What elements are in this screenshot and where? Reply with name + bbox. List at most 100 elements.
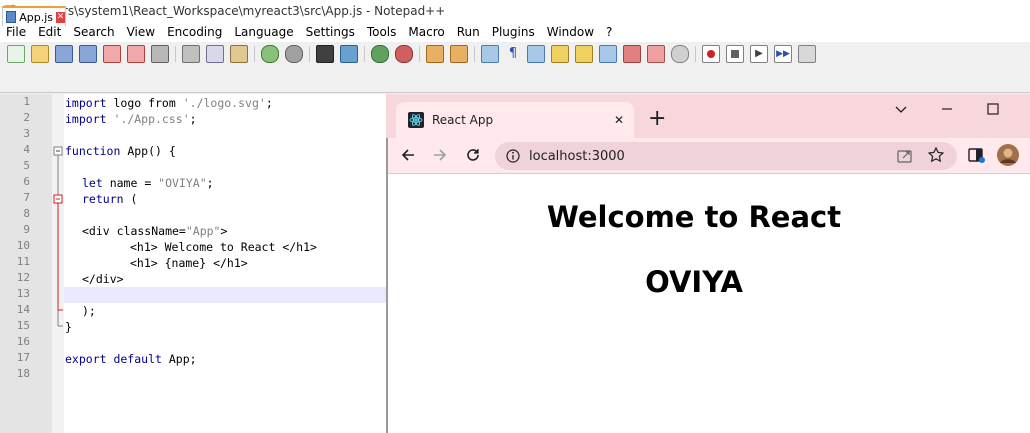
menu-run[interactable]: Run — [451, 25, 486, 39]
redo-icon[interactable] — [285, 44, 303, 63]
reload-icon[interactable] — [463, 145, 483, 165]
zoom-out-icon[interactable] — [395, 44, 413, 63]
code-line-1: import logo from './logo.svg'; — [65, 96, 273, 110]
sync-vertical-icon[interactable] — [426, 44, 444, 63]
browser-tab-close-icon[interactable]: ✕ — [614, 113, 624, 127]
menu-edit[interactable]: Edit — [32, 25, 67, 39]
tab-search-chevron-down-icon[interactable] — [892, 100, 910, 118]
tab-app-js[interactable]: App.js ✕ — [2, 6, 66, 26]
line-number: 8 — [23, 207, 30, 220]
word-wrap-icon[interactable] — [481, 44, 499, 63]
line-number: 17 — [16, 351, 30, 364]
url-text: localhost:3000 — [529, 148, 625, 164]
line-number: 12 — [16, 271, 30, 284]
open-file-icon[interactable] — [31, 44, 49, 63]
line-number: 1 — [23, 95, 30, 108]
toolbar-separator — [695, 45, 696, 62]
line-number: 4 — [23, 143, 30, 156]
window-title: C:\Users\system1\React_Workspace\myreact… — [24, 4, 446, 18]
fold-margin — [52, 94, 64, 433]
toolbar: ¶ ▶ ▶▶ — [0, 42, 1030, 65]
line-number: 18 — [16, 367, 30, 380]
forward-arrow-icon — [430, 145, 450, 165]
record-macro-icon[interactable] — [702, 44, 720, 63]
folder-icon[interactable] — [647, 44, 665, 63]
copy-icon[interactable] — [206, 44, 224, 63]
line-number-gutter: 1 2 3 4 5 6 7 8 9 10 11 12 13 14 15 16 1… — [0, 94, 52, 433]
heading-welcome: Welcome to React — [546, 200, 842, 234]
code-line-10: <h1> Welcome to React </h1> — [130, 240, 317, 254]
sync-horizontal-icon[interactable] — [450, 44, 468, 63]
code-line-4: function App() { — [65, 144, 176, 158]
code-line-6: let name = "OVIYA"; — [82, 176, 214, 190]
document-map-icon[interactable] — [575, 44, 593, 63]
code-line-11: <h1> {name} </h1> — [130, 256, 248, 270]
line-number: 15 — [16, 319, 30, 332]
menu-settings[interactable]: Settings — [300, 25, 361, 39]
save-macro-icon[interactable] — [798, 44, 816, 63]
current-line-highlight — [64, 287, 386, 303]
toolbar-separator — [175, 45, 176, 62]
menu-file[interactable]: File — [0, 25, 32, 39]
window-minimize-icon[interactable] — [938, 100, 956, 118]
menu-search[interactable]: Search — [67, 25, 120, 39]
back-arrow-icon[interactable] — [398, 145, 418, 165]
user-language-icon[interactable] — [551, 44, 569, 63]
menu-view[interactable]: View — [121, 25, 161, 39]
line-number: 7 — [23, 191, 30, 204]
menu-tools[interactable]: Tools — [361, 25, 403, 39]
browser-tab-title: React App — [432, 113, 494, 127]
new-tab-button[interactable]: + — [648, 108, 666, 130]
indent-guide-icon[interactable] — [527, 44, 545, 63]
close-file-icon[interactable] — [103, 44, 121, 63]
tab-close-icon[interactable]: ✕ — [55, 11, 65, 23]
monitoring-icon[interactable] — [671, 44, 689, 63]
code-line-7: return ( — [82, 192, 138, 206]
line-number: 3 — [23, 127, 30, 140]
line-number: 10 — [16, 239, 30, 252]
site-info-icon[interactable] — [505, 148, 521, 164]
window-maximize-icon[interactable] — [984, 100, 1002, 118]
menu-macro[interactable]: Macro — [402, 25, 450, 39]
line-number: 5 — [23, 159, 30, 172]
address-bar[interactable]: localhost:3000 — [495, 142, 957, 170]
play-macro-icon[interactable]: ▶ — [750, 44, 768, 63]
run-macro-multiple-icon[interactable]: ▶▶ — [774, 44, 792, 63]
menu-encoding[interactable]: Encoding — [161, 25, 228, 39]
line-number: 2 — [23, 111, 30, 124]
browser-tab-react-app[interactable]: React App ✕ — [396, 102, 634, 138]
menu-window[interactable]: Window — [541, 25, 600, 39]
save-icon[interactable] — [55, 44, 73, 63]
profile-avatar[interactable] — [996, 143, 1020, 167]
line-number: 6 — [23, 175, 30, 188]
show-all-chars-icon[interactable]: ¶ — [505, 46, 521, 62]
zoom-in-icon[interactable] — [371, 44, 389, 63]
save-all-icon[interactable] — [79, 44, 97, 63]
new-file-icon[interactable] — [7, 44, 25, 63]
code-line-15: } — [65, 320, 72, 334]
code-line-9: <div className="App"> — [82, 224, 228, 238]
menu-plugins[interactable]: Plugins — [486, 25, 541, 39]
share-icon[interactable] — [895, 146, 915, 166]
cut-icon[interactable] — [182, 44, 200, 63]
toolbar-separator — [364, 45, 365, 62]
undo-icon[interactable] — [261, 44, 279, 63]
menu-help[interactable]: ? — [600, 25, 618, 39]
folder-workspace-icon[interactable] — [623, 44, 641, 63]
line-number: 9 — [23, 223, 30, 236]
menu-bar: File Edit Search View Encoding Language … — [0, 22, 1030, 42]
close-all-icon[interactable] — [127, 44, 145, 63]
find-icon[interactable] — [316, 44, 334, 63]
notepad-title-bar: C:\Users\system1\React_Workspace\myreact… — [0, 0, 1030, 22]
side-panel-icon[interactable] — [966, 145, 986, 165]
menu-language[interactable]: Language — [228, 25, 299, 39]
replace-icon[interactable] — [340, 44, 358, 63]
print-icon[interactable] — [151, 44, 169, 63]
bookmark-star-icon[interactable] — [926, 145, 946, 165]
stop-macro-icon[interactable] — [726, 44, 744, 63]
save-state-icon — [6, 11, 17, 23]
function-list-icon[interactable] — [599, 44, 617, 63]
toolbar-separator — [474, 45, 475, 62]
page-content: Welcome to React OVIYA — [388, 175, 1030, 433]
paste-icon[interactable] — [230, 44, 248, 63]
